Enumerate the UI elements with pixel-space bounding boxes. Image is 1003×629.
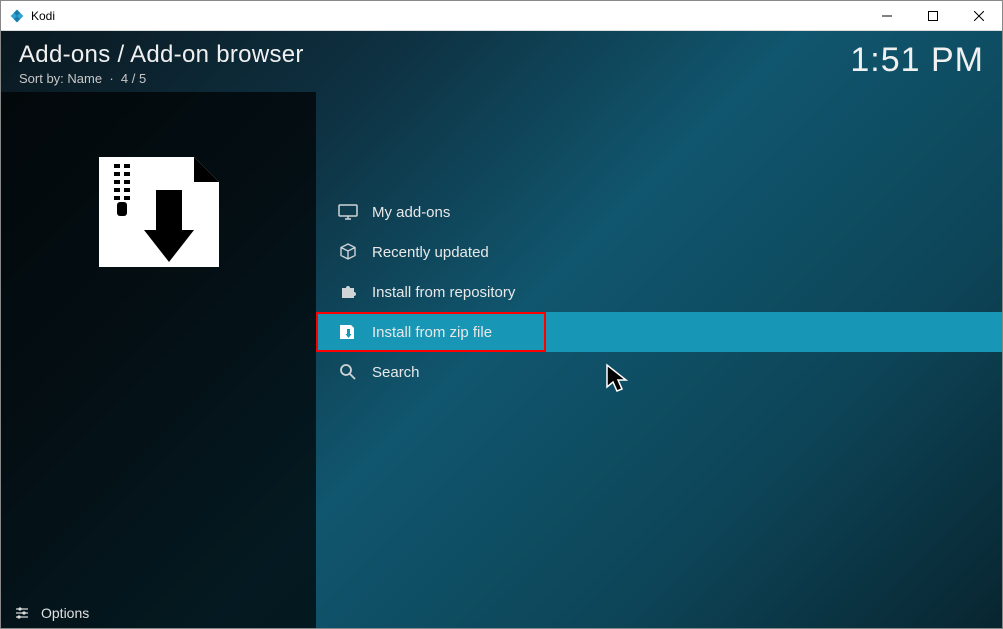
sort-label: Sort by: Name xyxy=(19,71,102,86)
menu-list: My add-ons Recently updated Install from… xyxy=(316,92,1002,628)
options-label: Options xyxy=(41,605,89,621)
minimize-button[interactable] xyxy=(864,1,910,30)
content-area: My add-ons Recently updated Install from… xyxy=(1,92,1002,628)
menu-item-install-zip[interactable]: Install from zip file xyxy=(316,312,1002,352)
menu-item-label: Search xyxy=(372,364,420,381)
menu-item-label: My add-ons xyxy=(372,204,450,221)
puzzle-icon xyxy=(334,282,362,302)
app-body: Add-ons / Add-on browser Sort by: Name ·… xyxy=(1,31,1002,628)
zip-download-icon xyxy=(84,152,234,272)
sort-line: Sort by: Name · 4 / 5 xyxy=(19,71,304,86)
search-icon xyxy=(334,362,362,382)
menu-item-label: Recently updated xyxy=(372,244,489,261)
menu-item-install-repository[interactable]: Install from repository xyxy=(316,272,1002,312)
bottom-bar[interactable]: Options xyxy=(1,598,1002,628)
kodi-logo-icon xyxy=(9,8,25,24)
menu-item-label: Install from repository xyxy=(372,284,515,301)
menu-item-recently-updated[interactable]: Recently updated xyxy=(316,232,1002,272)
menu-item-my-addons[interactable]: My add-ons xyxy=(316,192,1002,232)
clock: 1:51 PM xyxy=(850,41,984,86)
header: Add-ons / Add-on browser Sort by: Name ·… xyxy=(1,31,1002,92)
maximize-button[interactable] xyxy=(910,1,956,30)
package-icon xyxy=(334,242,362,262)
zip-icon xyxy=(334,322,362,342)
close-button[interactable] xyxy=(956,1,1002,30)
left-pane xyxy=(1,92,316,628)
app-window: Kodi Add-ons / Add-on browser Sort by: N… xyxy=(0,0,1003,629)
monitor-icon xyxy=(334,202,362,222)
window-controls xyxy=(864,1,1002,30)
list-counter: 4 / 5 xyxy=(121,71,146,86)
window-title: Kodi xyxy=(31,9,864,23)
menu-item-label: Install from zip file xyxy=(372,324,492,341)
breadcrumb: Add-ons / Add-on browser xyxy=(19,41,304,69)
menu-item-search[interactable]: Search xyxy=(316,352,1002,392)
options-icon xyxy=(13,604,31,622)
titlebar: Kodi xyxy=(1,1,1002,31)
